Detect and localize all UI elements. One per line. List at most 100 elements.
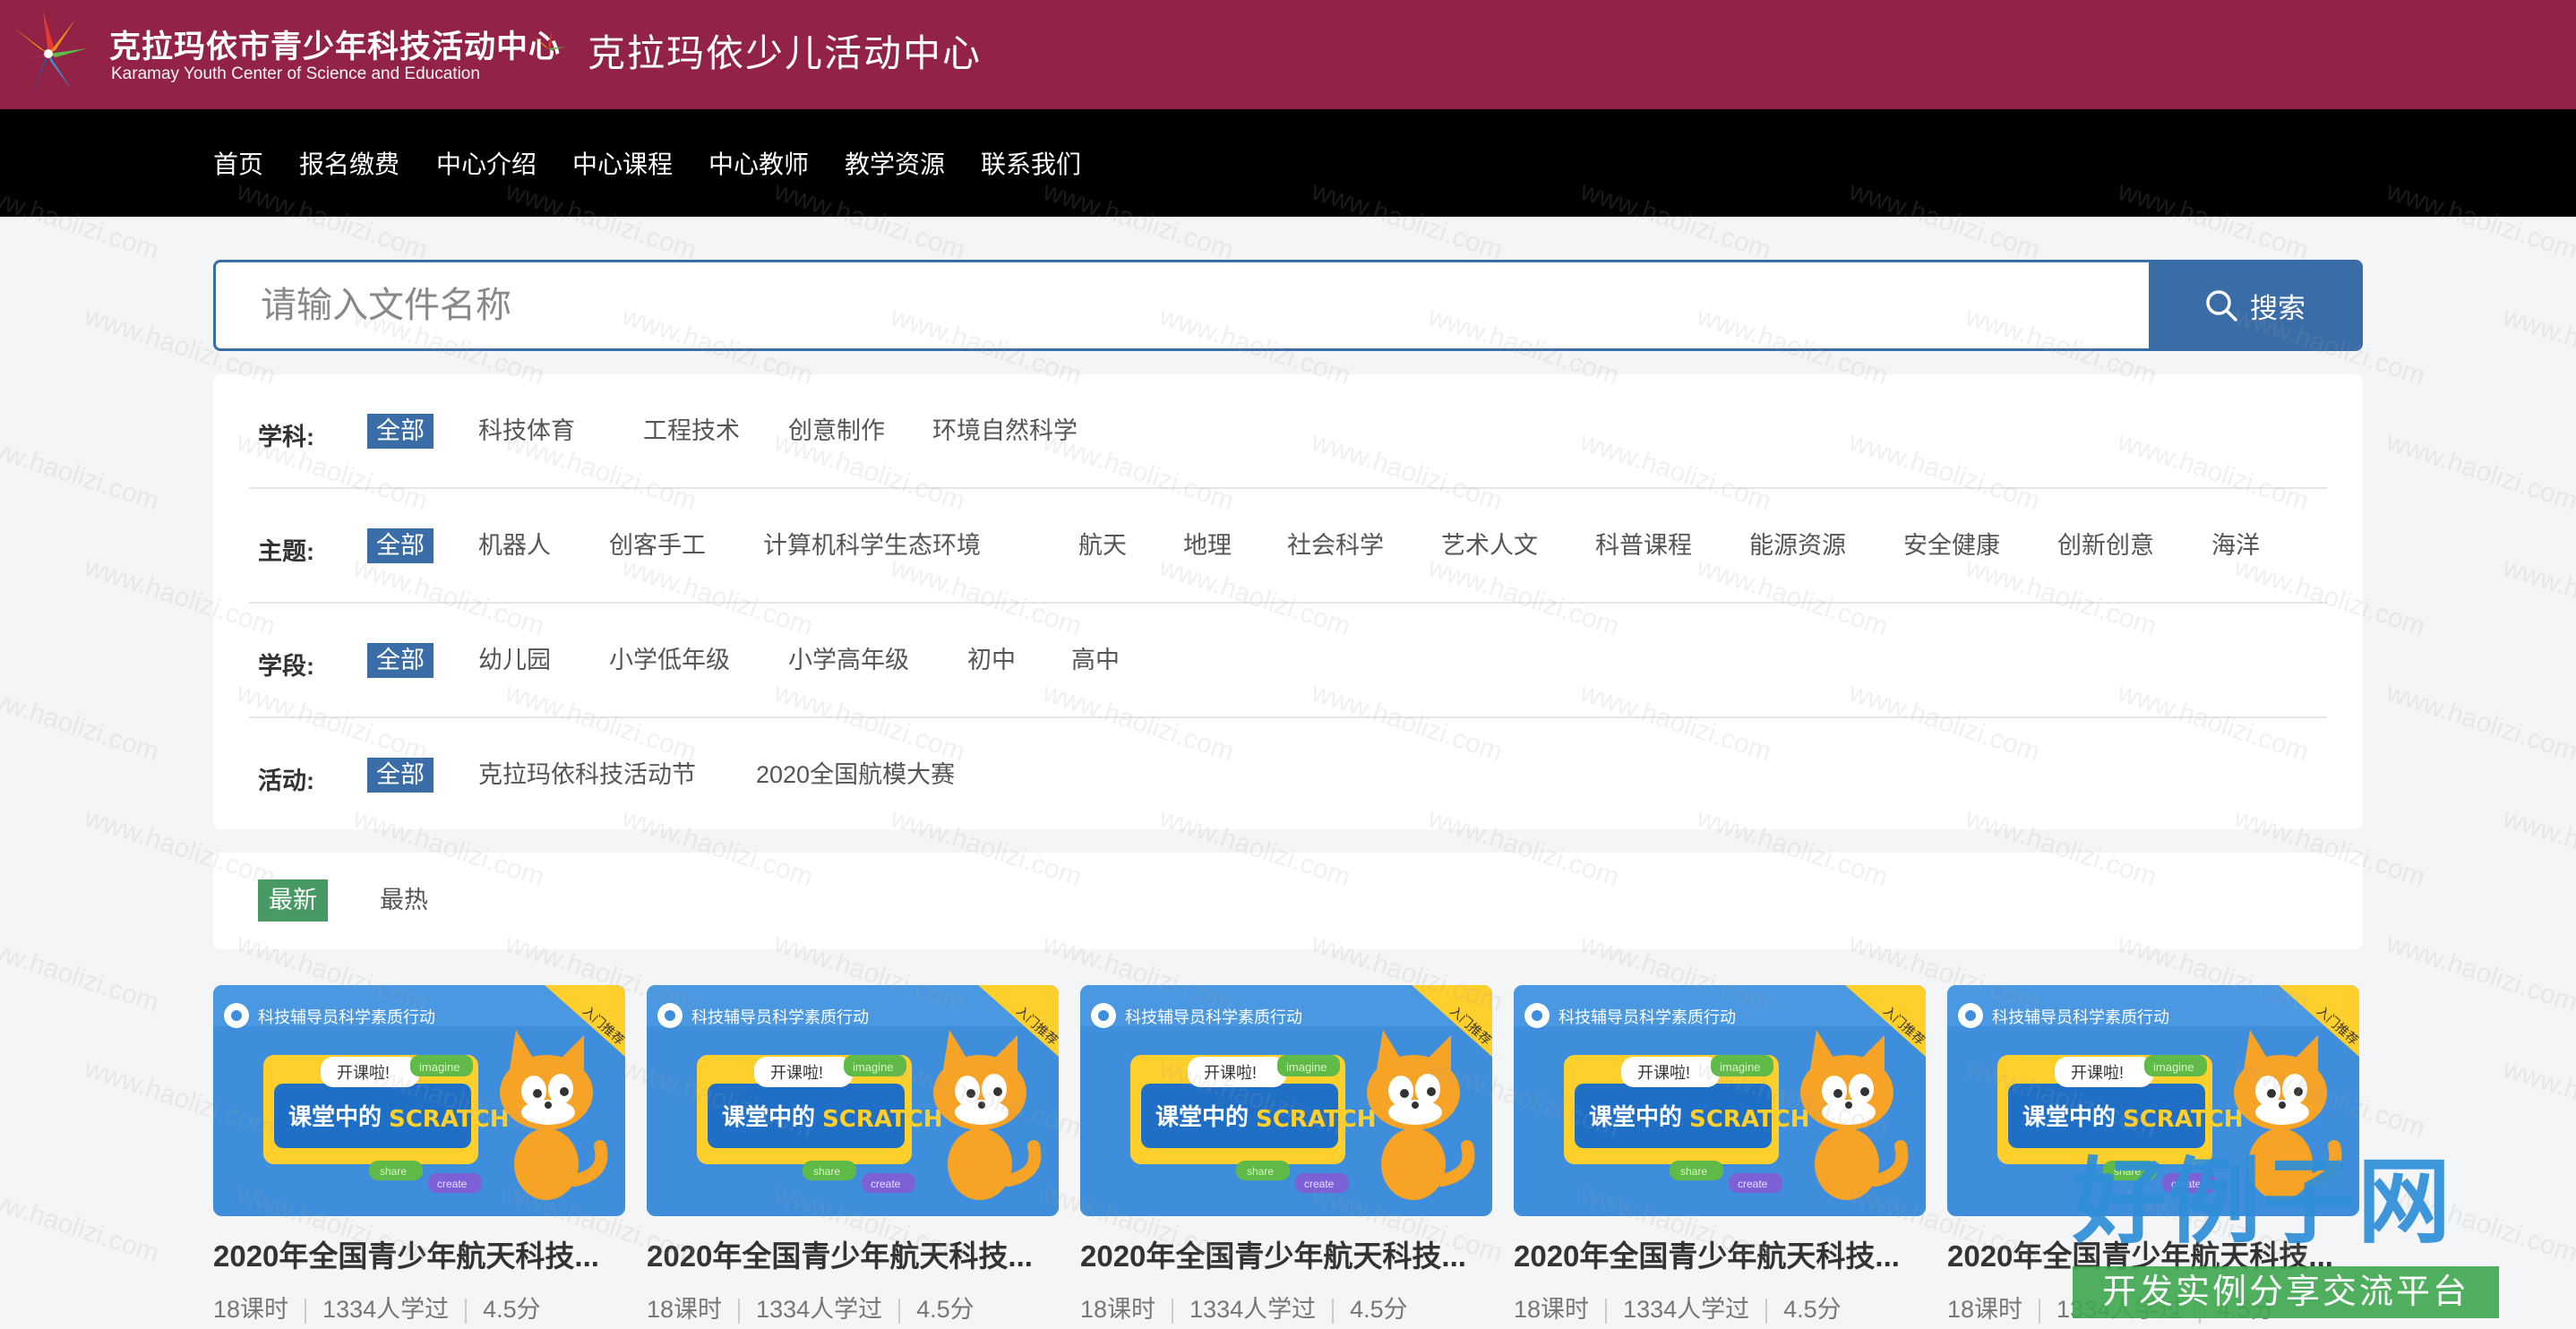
- filter-label: 学段:: [258, 653, 314, 680]
- svg-text:SCRATCH: SCRATCH: [1256, 1106, 1377, 1133]
- svg-text:create: create: [1304, 1178, 1335, 1190]
- watermark-text: www.haolizi.com: [0, 1179, 163, 1269]
- watermark-text: www.haolizi.com: [0, 426, 163, 517]
- filter-option-all[interactable]: 全部: [367, 414, 434, 449]
- course-meta: 18课时 1334人学过 4.5分: [213, 1290, 541, 1325]
- svg-text:科技辅导员科学素质行动: 科技辅导员科学素质行动: [1125, 1008, 1302, 1026]
- meta-divider: [1172, 1298, 1174, 1324]
- filter-option-all[interactable]: 全部: [367, 528, 434, 563]
- svg-text:SCRATCH: SCRATCH: [1689, 1106, 1810, 1133]
- sort-bar: 最新 最热: [213, 853, 2363, 949]
- filter-option[interactable]: 能源资源: [1740, 528, 1855, 563]
- filter-option[interactable]: 创意制作: [779, 414, 894, 449]
- course-thumbnail-wrap[interactable]: 科技辅导员科学素质行动 入门推荐 开课啦! 课堂中的 SCRATCH imagi…: [213, 985, 625, 1216]
- course-title[interactable]: 2020年全国青少年航天科技...: [647, 1232, 1059, 1275]
- search-input[interactable]: [216, 262, 2151, 348]
- svg-text:imagine: imagine: [853, 1060, 894, 1074]
- nav-contact[interactable]: 联系我们: [981, 145, 1081, 181]
- watermark-text: www.haolizi.com: [2383, 677, 2576, 767]
- course-thumbnail-wrap[interactable]: 科技辅导员科学素质行动 入门推荐 开课啦! 课堂中的 SCRATCH imagi…: [1514, 985, 1926, 1216]
- watermark-text: www.haolizi.com: [2499, 1053, 2576, 1144]
- course-title[interactable]: 2020年全国青少年航天科技...: [1514, 1232, 1926, 1275]
- filter-option[interactable]: 环境自然科学: [923, 414, 1086, 449]
- center-name-cn[interactable]: 克拉玛依市青少年科技活动中心: [109, 21, 561, 67]
- filter-option-all[interactable]: 全部: [367, 643, 434, 678]
- nav-resources[interactable]: 教学资源: [845, 145, 945, 181]
- svg-text:create: create: [1738, 1178, 1768, 1190]
- nav-registration[interactable]: 报名缴费: [299, 145, 399, 181]
- filter-option[interactable]: 克拉玛依科技活动节: [469, 758, 705, 793]
- nav-teachers[interactable]: 中心教师: [708, 145, 809, 181]
- filter-label: 学科:: [258, 424, 314, 450]
- svg-text:create: create: [871, 1178, 901, 1190]
- svg-text:imagine: imagine: [2153, 1060, 2194, 1074]
- filter-row-topic: 主题: 全部 机器人 创客手工 计算机科学生态环境 航天 地理 社会科学 艺术人…: [249, 489, 2327, 604]
- svg-text:科技辅导员科学素质行动: 科技辅导员科学素质行动: [691, 1008, 869, 1026]
- svg-text:开课啦!: 开课啦!: [337, 1064, 390, 1082]
- svg-text:share: share: [1247, 1165, 1274, 1178]
- course-card[interactable]: 科技辅导员科学素质行动 入门推荐 开课啦! 课堂中的 SCRATCH imagi…: [213, 985, 625, 1329]
- corner-watermark-subtitle: 开发实例分享交流平台: [2073, 1266, 2499, 1318]
- course-thumbnail: 科技辅导员科学素质行动 入门推荐 开课啦! 课堂中的 SCRATCH imagi…: [213, 985, 625, 1216]
- filter-option[interactable]: 科普课程: [1586, 528, 1701, 563]
- svg-text:SCRATCH: SCRATCH: [2123, 1106, 2244, 1133]
- course-lessons: 18课时: [1947, 1296, 2023, 1323]
- filter-option[interactable]: 高中: [1062, 643, 1129, 678]
- course-card[interactable]: 科技辅导员科学素质行动 入门推荐 开课啦! 课堂中的 SCRATCH imagi…: [1080, 985, 1492, 1329]
- course-meta: 18课时 1334人学过 4.5分: [1080, 1290, 1408, 1325]
- filter-option[interactable]: 安全健康: [1894, 528, 2009, 563]
- svg-text:开课啦!: 开课啦!: [1204, 1064, 1257, 1082]
- filter-option[interactable]: 2020全国航模大赛: [747, 758, 964, 793]
- nav-about[interactable]: 中心介绍: [436, 145, 537, 181]
- course-meta: 18课时 1334人学过 4.5分: [1514, 1290, 1842, 1325]
- filter-panel: 学科: 全部 科技体育 工程技术 创意制作 环境自然科学 主题: 全部 机器人 …: [213, 374, 2363, 829]
- watermark-text: www.haolizi.com: [2499, 802, 2576, 893]
- filter-option[interactable]: 小学低年级: [600, 643, 739, 678]
- filter-label: 主题:: [258, 538, 314, 565]
- filter-option[interactable]: 创客手工: [600, 528, 715, 563]
- center-logo-icon[interactable]: [7, 4, 93, 99]
- course-thumbnail-wrap[interactable]: 科技辅导员科学素质行动 入门推荐 开课啦! 课堂中的 SCRATCH imagi…: [647, 985, 1059, 1216]
- course-title[interactable]: 2020年全国青少年航天科技...: [1080, 1232, 1492, 1275]
- course-thumbnail-wrap[interactable]: 科技辅导员科学素质行动 入门推荐 开课啦! 课堂中的 SCRATCH imagi…: [1080, 985, 1492, 1216]
- meta-divider: [465, 1298, 468, 1324]
- filter-option-all[interactable]: 全部: [367, 758, 434, 793]
- svg-text:开课啦!: 开课啦!: [1637, 1064, 1690, 1082]
- filter-option[interactable]: 工程技术: [634, 414, 749, 449]
- course-learners: 1334人学过: [1189, 1296, 1317, 1323]
- course-thumbnail: 科技辅导员科学素质行动 入门推荐 开课啦! 课堂中的 SCRATCH imagi…: [1080, 985, 1492, 1216]
- nav-courses[interactable]: 中心课程: [572, 145, 673, 181]
- filter-option[interactable]: 地理: [1174, 528, 1241, 563]
- filter-option[interactable]: 计算机科学生态环境: [754, 528, 990, 563]
- filter-option[interactable]: 机器人: [469, 528, 560, 563]
- course-title[interactable]: 2020年全国青少年航天科技...: [213, 1232, 625, 1275]
- search-button[interactable]: 搜索: [2149, 262, 2360, 348]
- filter-option[interactable]: 艺术人文: [1432, 528, 1547, 563]
- sort-popular[interactable]: 最热: [369, 879, 439, 922]
- course-meta: 18课时 1334人学过 4.5分: [647, 1290, 975, 1325]
- course-lessons: 18课时: [647, 1296, 723, 1323]
- filter-option[interactable]: 海洋: [2202, 528, 2269, 563]
- filter-option[interactable]: 幼儿园: [469, 643, 560, 678]
- filter-option[interactable]: 社会科学: [1278, 528, 1393, 563]
- svg-text:课堂中的: 课堂中的: [722, 1103, 815, 1130]
- filter-option[interactable]: 航天: [1069, 528, 1136, 563]
- children-center-name[interactable]: 克拉玛依少儿活动中心: [588, 23, 982, 78]
- course-card[interactable]: 科技辅导员科学素质行动 入门推荐 开课啦! 课堂中的 SCRATCH imagi…: [1514, 985, 1926, 1329]
- svg-text:imagine: imagine: [1720, 1060, 1761, 1074]
- filter-option[interactable]: 科技体育: [469, 414, 584, 449]
- filter-option[interactable]: 创新创意: [2048, 528, 2163, 563]
- course-learners: 1334人学过: [1623, 1296, 1750, 1323]
- watermark-text: www.haolizi.com: [0, 677, 163, 767]
- meta-divider: [1605, 1298, 1608, 1324]
- course-learners: 1334人学过: [756, 1296, 883, 1323]
- svg-text:share: share: [380, 1165, 407, 1178]
- meta-divider: [2039, 1298, 2041, 1324]
- nav-home[interactable]: 首页: [213, 145, 263, 181]
- svg-text:imagine: imagine: [1286, 1060, 1327, 1074]
- filter-option[interactable]: 初中: [958, 643, 1025, 678]
- filter-option[interactable]: 小学高年级: [779, 643, 918, 678]
- sort-latest[interactable]: 最新: [258, 879, 328, 922]
- course-card[interactable]: 科技辅导员科学素质行动 入门推荐 开课啦! 课堂中的 SCRATCH imagi…: [647, 985, 1059, 1329]
- svg-text:SCRATCH: SCRATCH: [389, 1106, 510, 1133]
